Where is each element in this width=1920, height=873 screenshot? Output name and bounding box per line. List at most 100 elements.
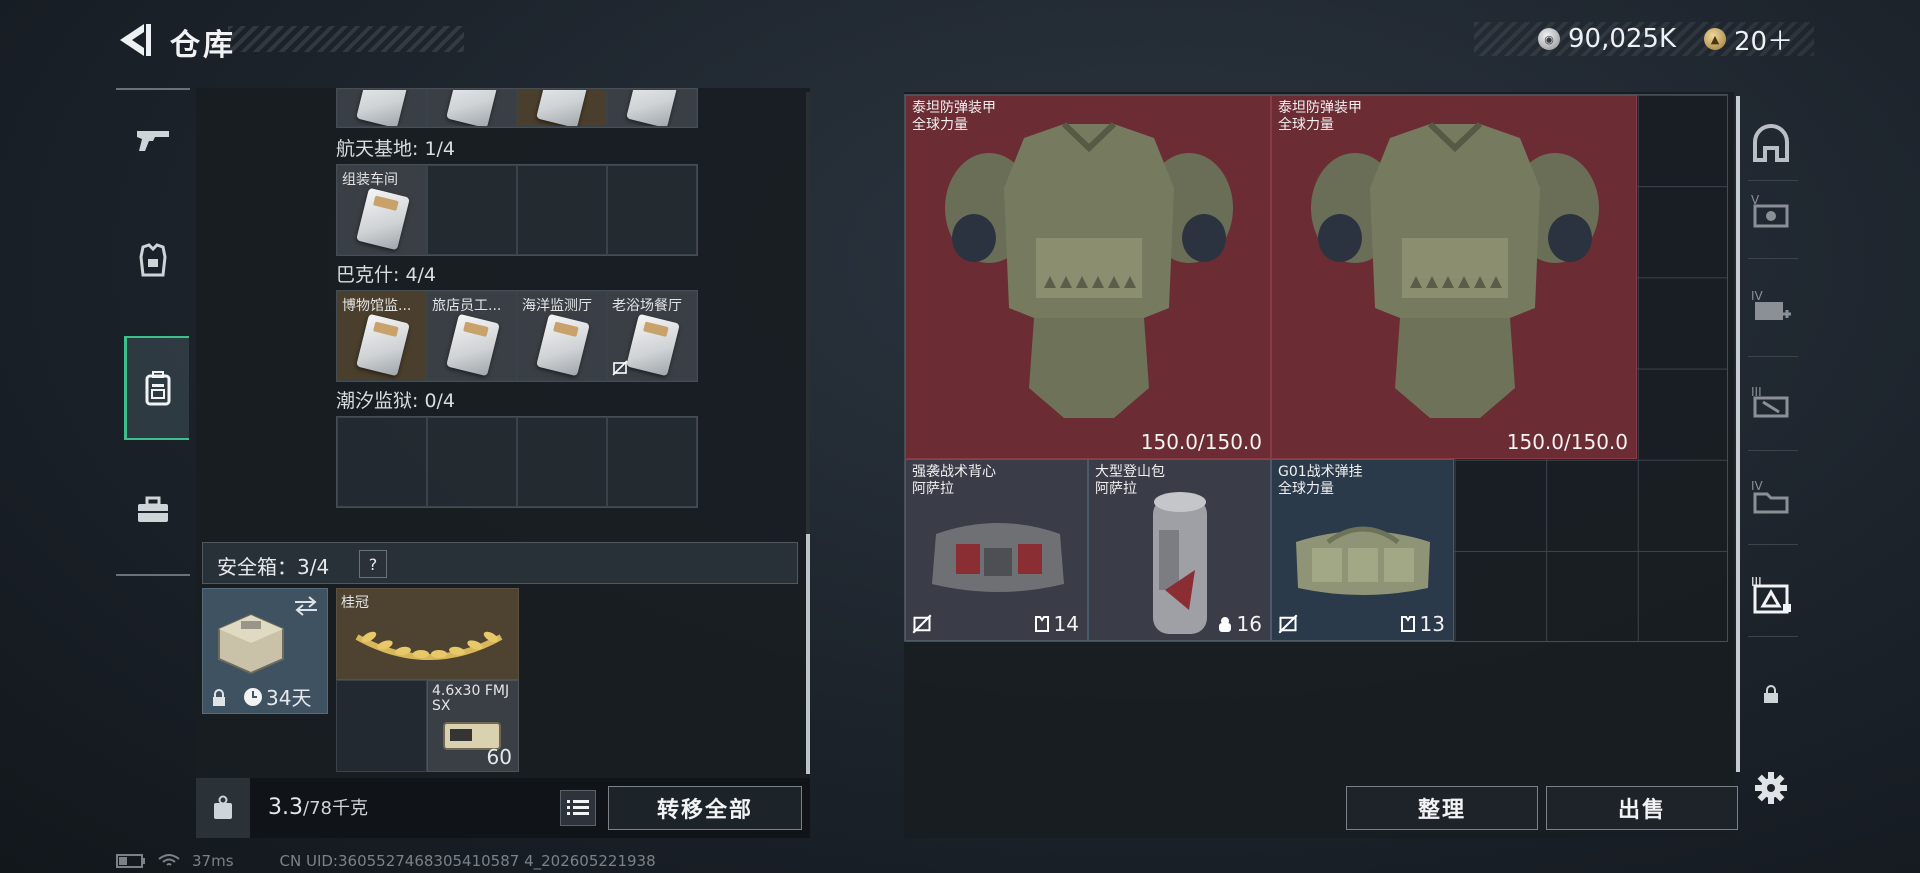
keycard-icon (356, 187, 410, 251)
item-name: 泰坦防弹装甲 (1278, 100, 1362, 116)
item-name: 泰坦防弹装甲 (912, 100, 996, 116)
svg-text:IV: IV (1751, 289, 1764, 303)
battery-icon (116, 854, 145, 868)
side-separator (1748, 356, 1798, 357)
category-nav (116, 88, 190, 576)
settings-button[interactable] (1746, 758, 1796, 818)
side-separator (1748, 258, 1798, 259)
keycard-icon (626, 313, 680, 377)
armor-item[interactable]: 泰坦防弹装甲 全球力量 150.0/150.0 (905, 95, 1271, 459)
side-separator (1748, 450, 1798, 451)
wifi-icon (158, 854, 180, 866)
durability-text: 150.0/150.0 (1506, 430, 1628, 454)
swap-icon[interactable] (293, 595, 319, 617)
capacity-value: 13 (1419, 612, 1445, 636)
weight-lock-button[interactable] (196, 778, 250, 838)
vest-slots-icon (1400, 616, 1415, 632)
bag-item[interactable]: 大型登山包 阿萨拉 16 (1088, 459, 1271, 641)
side-category-vest[interactable]: V (1746, 180, 1796, 240)
item-brand: 全球力量 (1278, 481, 1334, 497)
keycard-slot[interactable] (337, 417, 427, 507)
back-arrow-icon (120, 24, 151, 56)
side-category-folder[interactable]: IV (1746, 466, 1796, 526)
keycard-slot[interactable]: 老浴场餐厅 (607, 291, 697, 381)
currency-silver: ◉ 90,025K (1538, 22, 1676, 56)
laurel-item[interactable]: 桂冠 (336, 588, 519, 680)
keycard-slot[interactable] (607, 89, 697, 127)
keycard-slot[interactable] (427, 165, 517, 255)
side-category-helmet[interactable] (1746, 114, 1796, 174)
keycard-slot[interactable] (517, 417, 607, 507)
bag-item[interactable]: G01战术弹挂 全球力量 13 (1271, 459, 1454, 641)
inventory-scrollbar-thumb[interactable] (806, 534, 810, 774)
safebox-empty-slot[interactable] (336, 680, 427, 772)
nav-toolbox[interactable] (116, 460, 190, 560)
ammo-item[interactable]: 4.6x30 FMJ SX 60 (427, 680, 519, 772)
safebox-category-icon: III (1751, 575, 1791, 614)
helmet-category-icon (1753, 124, 1789, 162)
keycard-icon (446, 313, 500, 377)
ping-text: 37ms (192, 852, 234, 870)
side-category-locked[interactable] (1746, 664, 1796, 724)
page-title: 仓库 (170, 28, 236, 63)
side-separator (1748, 544, 1798, 545)
keycard-slot[interactable] (607, 165, 697, 255)
weight-readout: 3.3 /78千克 (268, 795, 368, 820)
lock-icon (213, 689, 225, 706)
safebox-header: 安全箱：3/4 ? (202, 542, 798, 584)
ammo-category-icon: III (1751, 385, 1789, 418)
laurel-crown-icon (355, 631, 503, 660)
side-category-medkit[interactable]: IV (1746, 276, 1796, 336)
keycard-slot[interactable]: 旅店员工... (427, 291, 517, 381)
keycard-slot[interactable] (517, 89, 607, 127)
nav-weapons[interactable] (116, 90, 190, 190)
keycard-grid-bakhsh: 博物馆监... 旅店员工... 海洋监测厅 老浴场餐厅 (336, 290, 698, 382)
list-view-button[interactable] (560, 790, 596, 826)
no-sell-icon (612, 360, 628, 376)
organize-button[interactable]: 整理 (1346, 786, 1538, 830)
safebox-label: 安全箱：3/4 (217, 555, 330, 579)
capacity-value: 16 (1236, 612, 1262, 636)
keycard-slot[interactable] (337, 89, 427, 127)
gun-icon (137, 131, 169, 151)
nav-backpack[interactable] (124, 336, 189, 440)
armor-item[interactable]: 泰坦防弹装甲 全球力量 150.0/150.0 (1271, 95, 1637, 459)
toolbox-icon (138, 496, 168, 522)
sell-button[interactable]: 出售 (1546, 786, 1738, 830)
back-button[interactable] (112, 22, 152, 58)
currency-gold[interactable]: ▲ 20＋ (1704, 22, 1793, 57)
safebox-item[interactable]: 34天 (202, 588, 328, 714)
hiking-backpack-icon (1153, 492, 1207, 634)
keycard-slot[interactable] (607, 417, 697, 507)
keycard-icon (356, 313, 410, 377)
help-button[interactable]: ? (359, 550, 387, 578)
armor-icon (139, 243, 167, 277)
keycard-slot[interactable]: 海洋监测厅 (517, 291, 607, 381)
expiry-timer: 34天 (243, 682, 311, 711)
keycard-slot[interactable]: 组装车间 (337, 165, 427, 255)
gear-icon (1755, 772, 1787, 804)
keycard-section-label: 潮汐监狱: 0/4 (336, 390, 456, 412)
stash-scrollbar[interactable] (1736, 96, 1740, 772)
side-category-safebox[interactable]: III (1746, 564, 1796, 624)
side-separator (1748, 636, 1798, 637)
keycard-slot[interactable] (427, 89, 517, 127)
weight-icon (214, 795, 232, 819)
transfer-all-button[interactable]: 转移全部 (608, 786, 802, 830)
keycard-slot[interactable]: 博物馆监... (337, 291, 427, 381)
keycard-slot[interactable] (427, 417, 517, 507)
vest-slots-icon (1034, 616, 1049, 632)
capacity-value: 14 (1053, 612, 1079, 636)
nav-armor[interactable] (116, 210, 190, 310)
body-armor-icon (945, 121, 1233, 418)
svg-text:IV: IV (1751, 479, 1764, 493)
tactical-vest-icon (932, 523, 1064, 592)
list-icon (567, 800, 589, 815)
keycard-slot[interactable] (517, 165, 607, 255)
side-category-ammo[interactable]: III (1746, 372, 1796, 432)
clock-icon (244, 687, 262, 706)
backpack-slots-icon (1218, 617, 1231, 632)
chest-rig-icon (1296, 526, 1430, 595)
bag-item[interactable]: 强袭战术背心 阿萨拉 14 (905, 459, 1088, 641)
no-sell-icon (1278, 614, 1298, 634)
